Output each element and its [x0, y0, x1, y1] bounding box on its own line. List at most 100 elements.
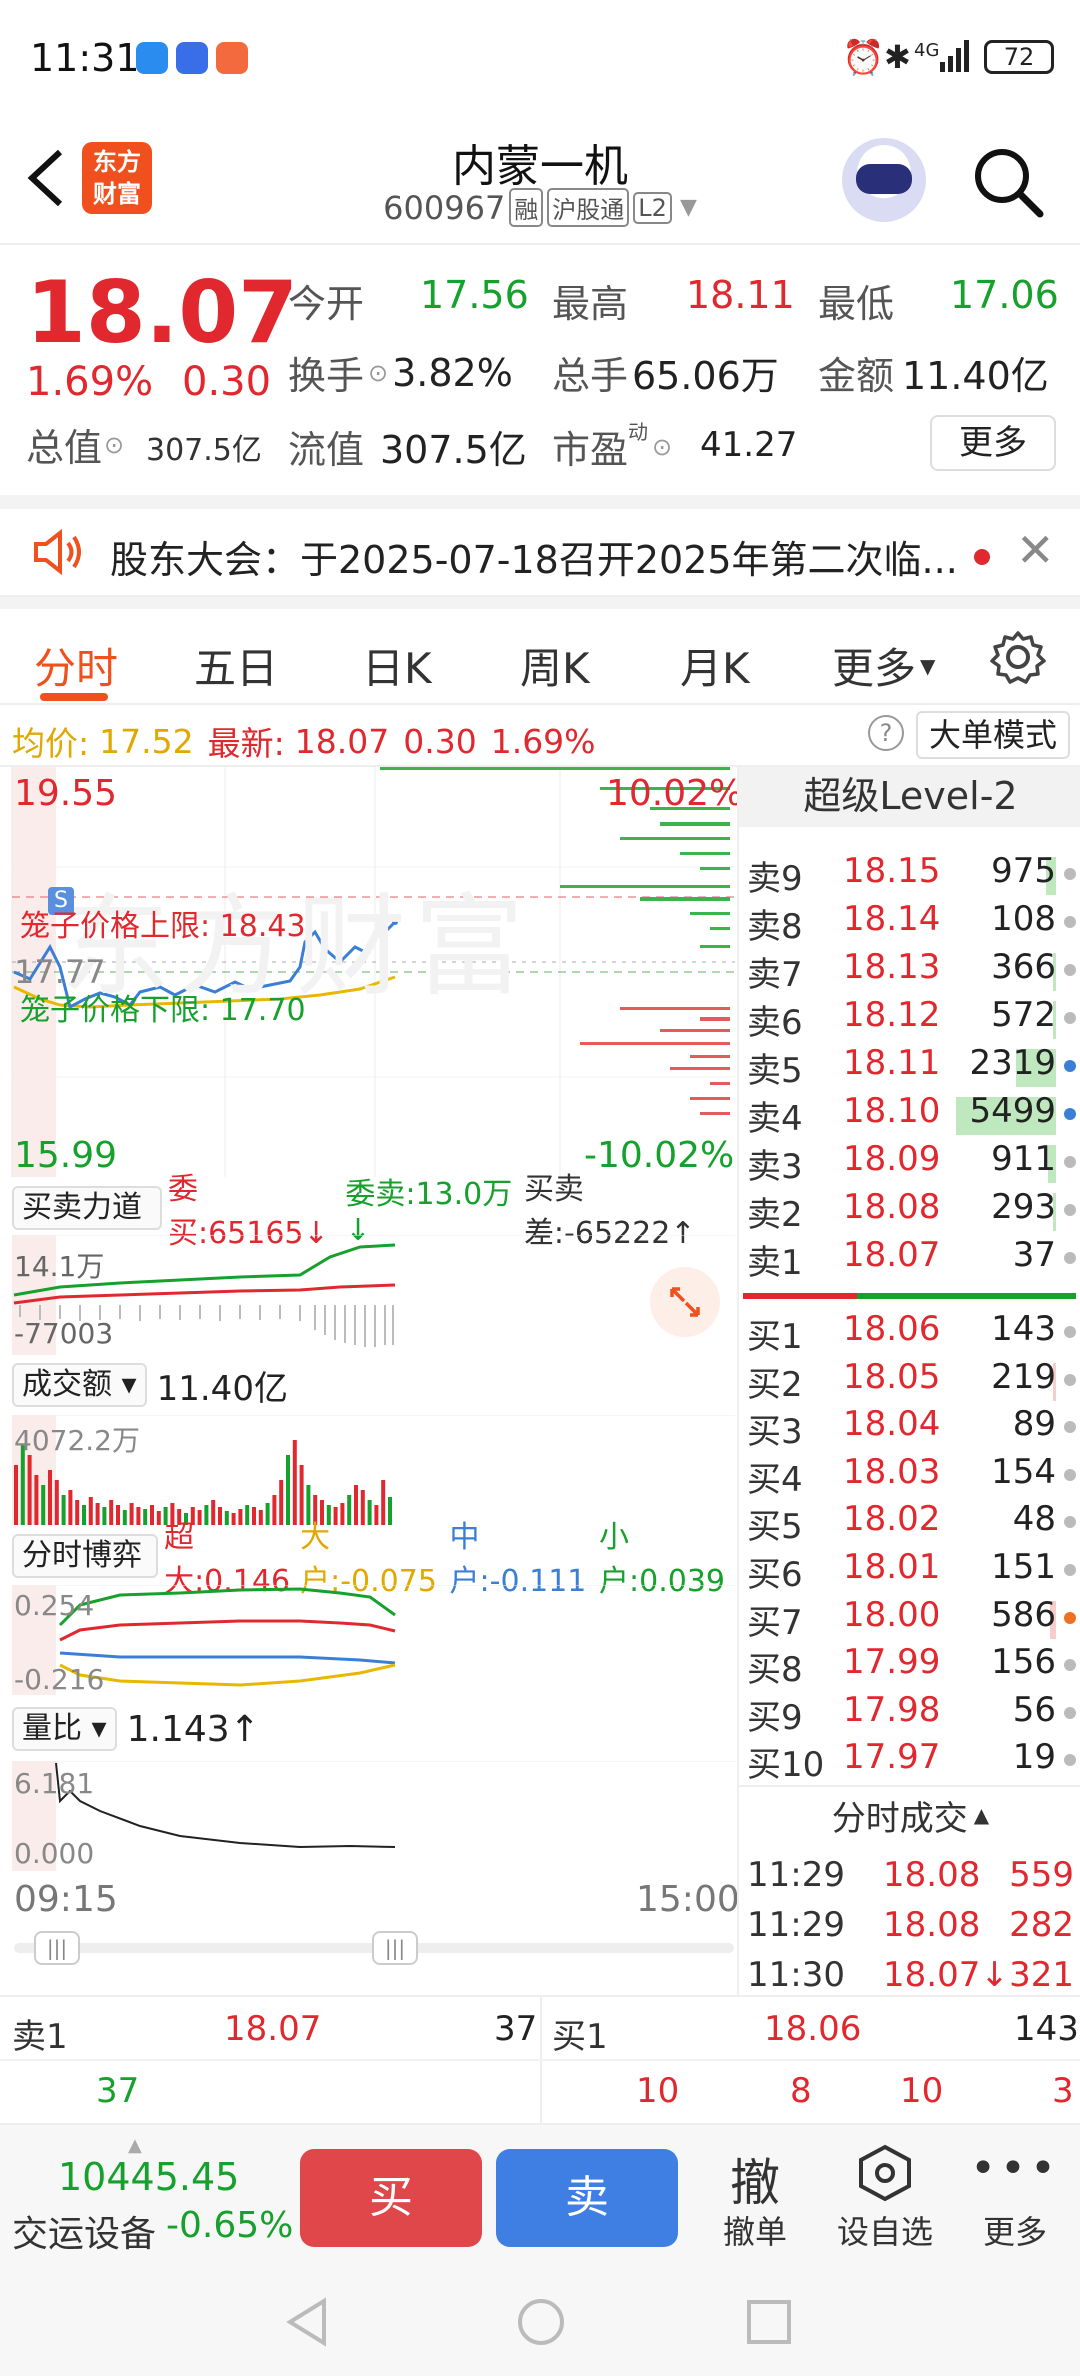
tab-weekly-k[interactable]: 周K: [520, 635, 590, 696]
info-circle-icon[interactable]: ⊙: [104, 431, 124, 459]
level2-title[interactable]: 超级Level-2: [739, 767, 1080, 827]
ask-volume: 2319: [969, 1043, 1056, 1083]
ask-status-dot: [1064, 1252, 1076, 1264]
big-order-mode-button[interactable]: 大单模式: [916, 711, 1070, 759]
volume-ratio-chart[interactable]: [0, 1761, 735, 1871]
notice-text[interactable]: 股东大会：于2025-07-18召开2025年第二次临...: [110, 529, 958, 584]
bid-row[interactable]: 买7 18.00 586: [743, 1595, 1078, 1643]
mini-buy-volume: 143: [1014, 2009, 1079, 2049]
bid-row[interactable]: 买1 18.06 143: [743, 1309, 1078, 1357]
search-icon[interactable]: [970, 144, 1046, 220]
tab-intraday[interactable]: 分时: [34, 635, 118, 696]
trade-volume: 559: [1009, 1855, 1074, 1895]
bid-level-label: 买2: [747, 1364, 803, 1405]
bid-volume: 151: [991, 1547, 1056, 1587]
bid-row[interactable]: 买9 17.98 56: [743, 1690, 1078, 1738]
tab-daily-k[interactable]: 日K: [362, 635, 432, 696]
lower-limit-label: 笼子价格下限: 17.70: [20, 993, 306, 1028]
ratio-axis-top: 6.181: [14, 1767, 95, 1800]
signal-icon: [940, 40, 970, 76]
trades-title: 分时成交: [831, 1798, 968, 1839]
turnover-dropdown[interactable]: 成交额 ▾: [12, 1363, 147, 1407]
cancel-order-button[interactable]: 撤 撤单: [700, 2143, 810, 2253]
ask-row[interactable]: 卖5 18.11 2319: [743, 1043, 1078, 1091]
ask-row[interactable]: 卖3 18.09 911: [743, 1139, 1078, 1187]
expand-icon[interactable]: [650, 1267, 720, 1337]
ask-row[interactable]: 卖6 18.12 572: [743, 995, 1078, 1043]
bid-row[interactable]: 买6 18.01 151: [743, 1547, 1078, 1595]
robot-assistant-avatar[interactable]: [842, 138, 926, 222]
ask-row[interactable]: 卖8 18.14 108: [743, 899, 1078, 947]
intraday-chart-area[interactable]: 东方财富 S 19.55 10.02% 17.77 笼子价格上限: 18.43 …: [0, 767, 743, 1995]
game-chart[interactable]: [0, 1585, 735, 1695]
turnover-bar: [75, 1500, 80, 1525]
tab-more[interactable]: 更多 ▼: [832, 635, 935, 696]
range-handle-right[interactable]: |||: [372, 1931, 418, 1965]
bid-row[interactable]: 买4 18.03 154: [743, 1452, 1078, 1500]
turnover-bar: [54, 1480, 59, 1525]
more-actions-button[interactable]: ••• 更多: [960, 2143, 1070, 2253]
stock-connect-tag: 沪股通: [547, 188, 630, 227]
trade-time: 11:29: [747, 1905, 845, 1945]
trades-header[interactable]: 分时成交 ▲: [739, 1787, 1080, 1843]
buy-sell-force-dropdown[interactable]: 买卖力道 ▾: [12, 1186, 162, 1265]
status-time: 11:31: [30, 36, 140, 80]
help-icon[interactable]: ?: [868, 715, 904, 751]
turnover-value: 11.40亿: [156, 1368, 288, 1409]
notice-banner[interactable]: 股东大会：于2025-07-18召开2025年第二次临... ✕: [0, 495, 1080, 597]
range-handle-left[interactable]: |||: [34, 1931, 80, 1965]
ask-row[interactable]: 卖1 18.07 37: [743, 1235, 1078, 1283]
sell-button[interactable]: 卖: [496, 2149, 678, 2247]
tab-five-day[interactable]: 五日: [194, 635, 278, 696]
collapse-caret-icon[interactable]: ▲: [128, 2135, 142, 2156]
bid-status-dot: [1064, 1564, 1076, 1576]
sector-name[interactable]: 交运设备: [12, 2205, 156, 2257]
margin-tag: 融: [509, 188, 544, 227]
latest-value: 18.07: [294, 721, 390, 761]
float-cap-value: 307.5亿: [380, 428, 527, 472]
sector-index-value[interactable]: 10445.45: [58, 2155, 239, 2199]
turnover-bar: [88, 1497, 93, 1525]
add-watchlist-button[interactable]: 设自选: [830, 2143, 940, 2253]
bid-price: 18.00: [843, 1594, 941, 1635]
bid-row[interactable]: 买10 17.97 19: [743, 1737, 1078, 1785]
ask-row[interactable]: 卖4 18.10 5499: [743, 1091, 1078, 1139]
trade-time: 11:29: [747, 1855, 845, 1895]
close-icon[interactable]: ✕: [1016, 523, 1055, 577]
bid-row[interactable]: 买8 17.99 156: [743, 1642, 1078, 1690]
bid-volume: 154: [991, 1451, 1056, 1492]
bid-row[interactable]: 买5 18.02 48: [743, 1499, 1078, 1547]
turnover-value: 3.82%: [392, 350, 513, 395]
nav-home-icon[interactable]: [516, 2297, 566, 2351]
bid-row[interactable]: 买2 18.05 219: [743, 1357, 1078, 1405]
settings-gear-icon[interactable]: [990, 629, 1046, 689]
ask-row[interactable]: 卖2 18.08 293: [743, 1187, 1078, 1235]
info-circle-icon[interactable]: ⊙: [368, 359, 388, 387]
bid-status-dot: [1064, 1754, 1076, 1767]
tab-more-label: 更多: [832, 644, 917, 693]
ask-row[interactable]: 卖9 18.15 975: [743, 851, 1078, 899]
volume-ratio-dropdown[interactable]: 量比 ▾: [12, 1707, 117, 1751]
tab-monthly-k[interactable]: 月K: [680, 635, 750, 696]
bid-volume: 586: [991, 1594, 1056, 1635]
bid-price: 17.98: [843, 1689, 941, 1730]
bid-level-label: 买6: [747, 1555, 803, 1595]
nav-back-icon[interactable]: [284, 2297, 330, 2351]
dropdown-label: 成交额: [22, 1367, 112, 1402]
watchlist-label: 设自选: [836, 2213, 933, 2251]
game-dropdown[interactable]: 分时博弈 ▾: [12, 1534, 159, 1613]
nav-recents-icon[interactable]: [746, 2299, 792, 2349]
ask-row[interactable]: 卖7 18.13 366: [743, 947, 1078, 995]
buy-sell-force-header: 买卖力道 ▾ 委买:65165↓ 委卖:13.0万↓ 买卖差:-65222↑: [12, 1172, 732, 1265]
turnover-bar: [82, 1505, 86, 1525]
info-circle-icon[interactable]: ⊙: [652, 433, 672, 461]
buy-button[interactable]: 买: [300, 2149, 482, 2247]
bid-row[interactable]: 买3 18.04 89: [743, 1404, 1078, 1452]
y-axis-max: 19.55: [14, 773, 118, 814]
turnover-axis-top: 4072.2万: [14, 1424, 140, 1457]
bid-price: 18.02: [843, 1499, 941, 1540]
dropdown-triangle-icon: ▼: [920, 653, 936, 678]
ask-bid-divider-red: [743, 1293, 857, 1299]
ask-volume: 911: [991, 1139, 1056, 1179]
more-quote-button[interactable]: 更多: [930, 415, 1056, 471]
